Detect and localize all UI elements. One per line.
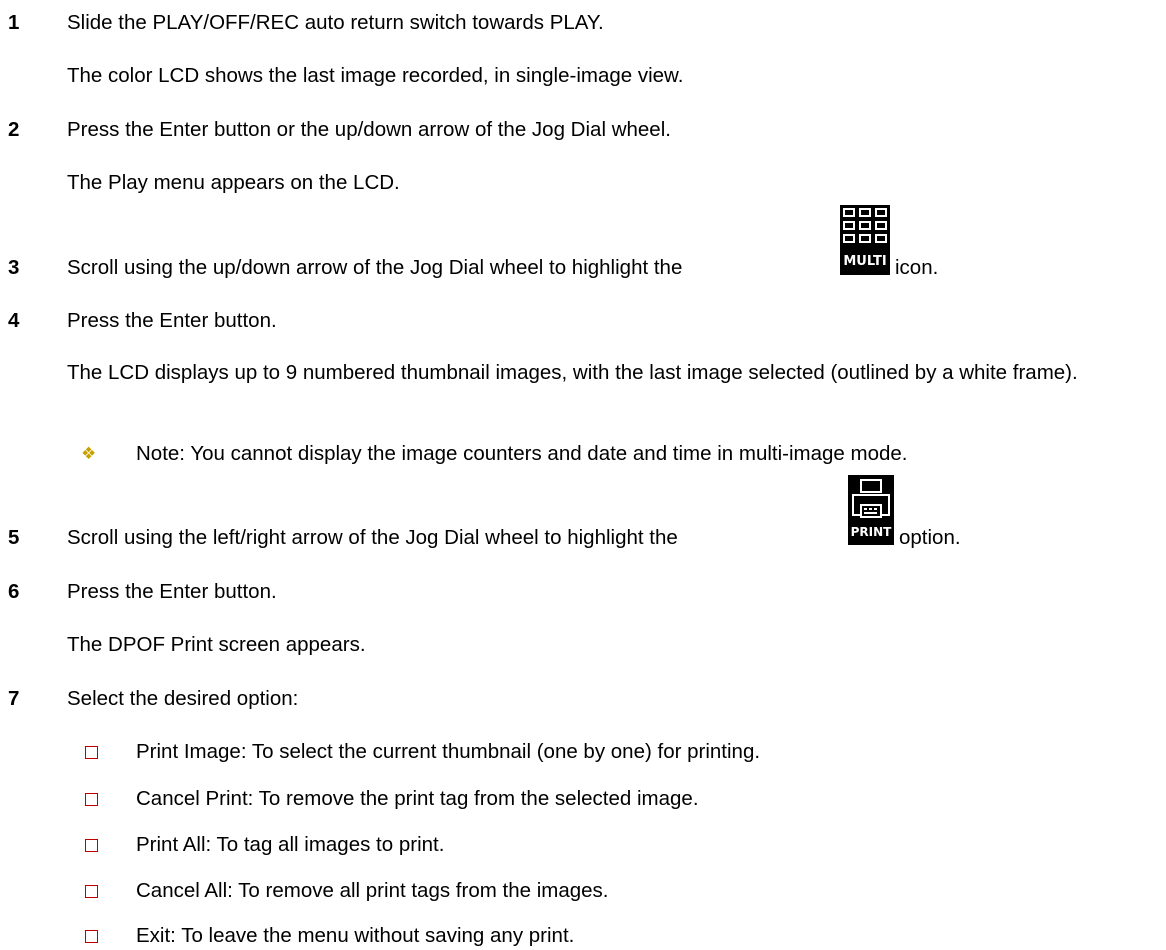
checkbox-bullet-icon <box>85 930 98 943</box>
result-text: The Play menu appears on the LCD. <box>67 171 400 194</box>
step-3-after: icon. <box>895 256 938 280</box>
step-text: Press the Enter button. <box>67 309 277 332</box>
step-5-after: option. <box>899 526 961 550</box>
step-text-after: icon. <box>895 256 939 279</box>
diamond-bullet-icon: ❖ <box>81 444 97 463</box>
step-number: 4 <box>8 309 20 332</box>
checkbox-bullet-icon <box>85 746 98 759</box>
multi-icon: MULTI <box>840 205 890 275</box>
option-text: Print Image: To select the current thumb… <box>136 740 761 763</box>
result-text: The DPOF Print screen appears. <box>67 633 366 656</box>
step-number: 2 <box>8 118 20 141</box>
step-text: Press the Enter button or the up/down ar… <box>67 118 671 141</box>
step-text: Press the Enter button. <box>67 580 277 603</box>
multi-icon-label: MULTI <box>843 254 886 269</box>
step-text: Scroll using the up/down arrow of the Jo… <box>67 256 682 280</box>
step-number: 5 <box>8 526 20 549</box>
option-text: Cancel All: To remove all print tags fro… <box>136 879 609 902</box>
print-icon-label: PRINT <box>851 525 893 539</box>
step-text: Scroll using the left/right arrow of the… <box>67 526 678 550</box>
step-number: 7 <box>8 687 20 710</box>
checkbox-bullet-icon <box>85 839 98 852</box>
step-text-after: option. <box>899 526 961 549</box>
result-text: The LCD displays up to 9 numbered thumbn… <box>67 361 1078 384</box>
step-number: 1 <box>8 11 20 34</box>
checkbox-bullet-icon <box>85 793 98 806</box>
step-text: Select the desired option: <box>67 687 299 710</box>
print-icon: PRINT <box>848 475 894 545</box>
option-text: Exit: To leave the menu without saving a… <box>136 924 575 947</box>
step-text-before: Scroll using the up/down arrow of the Jo… <box>67 256 683 279</box>
step-number: 3 <box>8 256 20 279</box>
option-text: Print All: To tag all images to print. <box>136 833 445 856</box>
step-text: Slide the PLAY/OFF/REC auto return switc… <box>67 11 604 34</box>
note-text: Note: You cannot display the image count… <box>136 442 908 465</box>
step-number: 6 <box>8 580 20 603</box>
step-text-before: Scroll using the left/right arrow of the… <box>67 526 678 549</box>
checkbox-bullet-icon <box>85 885 98 898</box>
result-text: The color LCD shows the last image recor… <box>67 64 684 87</box>
option-text: Cancel Print: To remove the print tag fr… <box>136 787 699 810</box>
